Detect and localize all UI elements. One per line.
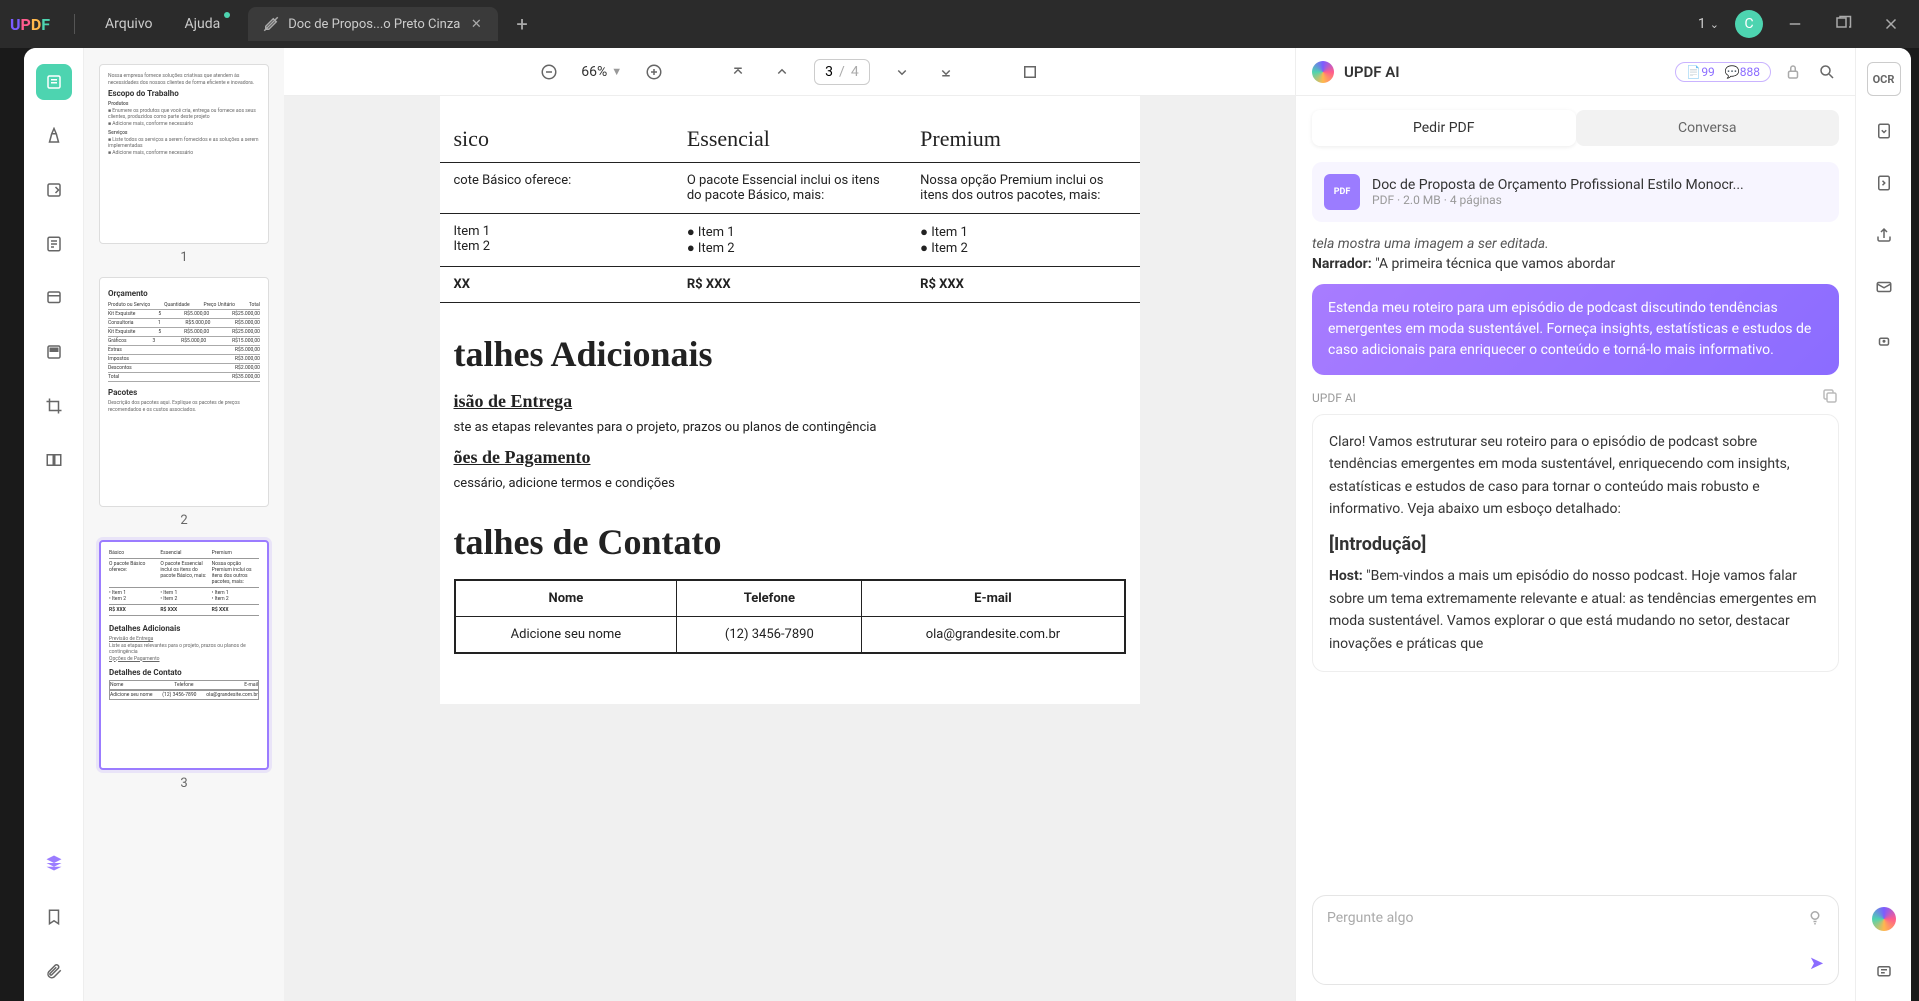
- pdf-page: sico Essencial Premium cote Básico ofere…: [440, 96, 1140, 704]
- document-toolbar: 66%▼ 3/4: [284, 48, 1295, 96]
- edit-text-tool[interactable]: [36, 172, 72, 208]
- subsection-pagamento: ões de Pagamento: [440, 447, 1140, 468]
- minimize-button[interactable]: [1779, 8, 1811, 40]
- copy-button[interactable]: [1821, 387, 1839, 408]
- document-card[interactable]: PDF Doc de Proposta de Orçamento Profiss…: [1312, 162, 1839, 222]
- menu-file[interactable]: Arquivo: [89, 16, 169, 32]
- contact-table: NomeTelefoneE-mail Adicione seu nome(12)…: [454, 579, 1126, 654]
- layers-tool[interactable]: [36, 845, 72, 881]
- chat-input[interactable]: Pergunte algo ➤: [1312, 895, 1839, 985]
- protect-button[interactable]: [1867, 322, 1901, 356]
- maximize-button[interactable]: [1827, 8, 1859, 40]
- menu-help[interactable]: Ajuda: [169, 16, 237, 32]
- user-message: Estenda meu roteiro para um episódio de …: [1312, 284, 1839, 375]
- ocr-button[interactable]: OCR: [1867, 62, 1901, 96]
- thumbnail-panel: Nossa empresa fornece soluções criativas…: [84, 48, 284, 1001]
- ai-response: Claro! Vamos estruturar seu roteiro para…: [1312, 414, 1839, 672]
- compare-tool[interactable]: [36, 442, 72, 478]
- zoom-level[interactable]: 66%▼: [581, 64, 622, 80]
- next-page-button[interactable]: [890, 60, 914, 84]
- entrega-text: ste as etapas relevantes para o projeto,…: [440, 420, 1140, 435]
- tab-title: Doc de Propos...o Preto Cinza: [288, 17, 460, 32]
- redact-tool[interactable]: [36, 334, 72, 370]
- new-tab-button[interactable]: +: [516, 12, 527, 36]
- close-button[interactable]: [1875, 8, 1907, 40]
- prev-page-button[interactable]: [770, 60, 794, 84]
- subsection-entrega: isão de Entrega: [440, 391, 1140, 412]
- context-line: tela mostra uma imagem a ser editada.: [1312, 236, 1839, 252]
- doc-card-meta: PDF · 2.0 MB · 4 páginas: [1372, 193, 1827, 207]
- hint-button[interactable]: [1806, 908, 1824, 930]
- package-price: XX: [440, 267, 673, 302]
- thumb-label: 2: [180, 513, 187, 528]
- tab-pedir-pdf[interactable]: Pedir PDF: [1312, 110, 1576, 146]
- package-items: ● Item 1● Item 2: [673, 214, 906, 266]
- window-count[interactable]: 1 ⌄: [1698, 16, 1719, 32]
- section-detalhes-contato: talhes de Contato: [440, 521, 1140, 563]
- email-button[interactable]: [1867, 270, 1901, 304]
- pages-tool[interactable]: [36, 226, 72, 262]
- search-icon[interactable]: [1815, 60, 1839, 84]
- zoom-in-button[interactable]: [642, 60, 666, 84]
- package-basico-header: sico: [440, 116, 673, 162]
- right-toolbar: OCR: [1855, 48, 1911, 1001]
- ai-logo-icon: [1312, 61, 1334, 83]
- pdf-icon: PDF: [1324, 174, 1360, 210]
- thumbnail-page-1[interactable]: Nossa empresa fornece soluções criativas…: [99, 64, 269, 244]
- send-button[interactable]: ➤: [1809, 953, 1824, 974]
- document-viewport[interactable]: sico Essencial Premium cote Básico ofere…: [284, 96, 1295, 1001]
- pencil-slash-icon: [262, 15, 280, 33]
- page-indicator[interactable]: 3/4: [814, 59, 870, 85]
- annotate-tool[interactable]: [36, 118, 72, 154]
- attachment-tool[interactable]: [36, 953, 72, 989]
- bookmark-tool[interactable]: [36, 899, 72, 935]
- thumbnail-page-3[interactable]: BásicoEssencialPremium O pacote Básico o…: [99, 540, 269, 770]
- msg-credits: 💬888: [1725, 65, 1760, 79]
- left-toolbar: [24, 48, 84, 1001]
- package-basico-desc: cote Básico oferece:: [440, 163, 673, 213]
- package-items: ● Item 1● Item 2: [906, 214, 1139, 266]
- ai-panel: UPDF AI 📄99 💬888 Pedir PDF Conversa PDF …: [1295, 48, 1855, 1001]
- export-button[interactable]: [1867, 166, 1901, 200]
- form-tool[interactable]: [36, 280, 72, 316]
- package-essencial-header: Essencial: [673, 116, 906, 162]
- package-premium-header: Premium: [906, 116, 1139, 162]
- chat-body: tela mostra uma imagem a ser editada. Na…: [1296, 228, 1855, 883]
- lock-icon[interactable]: [1781, 60, 1805, 84]
- ai-response-label: UPDF AI: [1312, 387, 1839, 408]
- doc-credits: 📄99: [1686, 65, 1714, 79]
- divider: [74, 14, 75, 34]
- package-premium-desc: Nossa opção Premium inclui os itens dos …: [906, 163, 1139, 213]
- fit-button[interactable]: [1018, 60, 1042, 84]
- thumbnail-page-2[interactable]: Orçamento Produto ou ServiçoQuantidadePr…: [99, 277, 269, 507]
- package-price: R$ XXX: [906, 267, 1139, 302]
- ai-shortcut-icon[interactable]: [1872, 907, 1896, 931]
- zoom-out-button[interactable]: [537, 60, 561, 84]
- ai-panel-title: UPDF AI: [1344, 63, 1665, 81]
- reader-tool[interactable]: [36, 64, 72, 100]
- doc-card-title: Doc de Proposta de Orçamento Profissiona…: [1372, 177, 1827, 193]
- narrator-line: Narrador: "A primeira técnica que vamos …: [1312, 256, 1839, 272]
- credits-badge[interactable]: 📄99 💬888: [1675, 62, 1771, 82]
- crop-tool[interactable]: [36, 388, 72, 424]
- tab-conversa[interactable]: Conversa: [1576, 110, 1840, 146]
- user-avatar[interactable]: C: [1735, 10, 1763, 38]
- chat-placeholder: Pergunte algo: [1313, 896, 1838, 940]
- tab-close-button[interactable]: ✕: [468, 16, 484, 32]
- thumb-label: 3: [180, 776, 187, 791]
- thumb-label: 1: [180, 250, 187, 265]
- pagamento-text: cessário, adicione termos e condições: [440, 476, 1140, 491]
- package-items: Item 1Item 2: [440, 214, 673, 266]
- first-page-button[interactable]: [726, 60, 750, 84]
- package-essencial-desc: O pacote Essencial inclui os itens do pa…: [673, 163, 906, 213]
- convert-button[interactable]: [1867, 114, 1901, 148]
- document-tab[interactable]: Doc de Propos...o Preto Cinza ✕: [248, 7, 498, 41]
- app-logo: UPDF: [0, 15, 60, 34]
- comments-button[interactable]: [1867, 955, 1901, 989]
- package-price: R$ XXX: [673, 267, 906, 302]
- section-detalhes-adicionais: talhes Adicionais: [440, 333, 1140, 375]
- share-button[interactable]: [1867, 218, 1901, 252]
- last-page-button[interactable]: [934, 60, 958, 84]
